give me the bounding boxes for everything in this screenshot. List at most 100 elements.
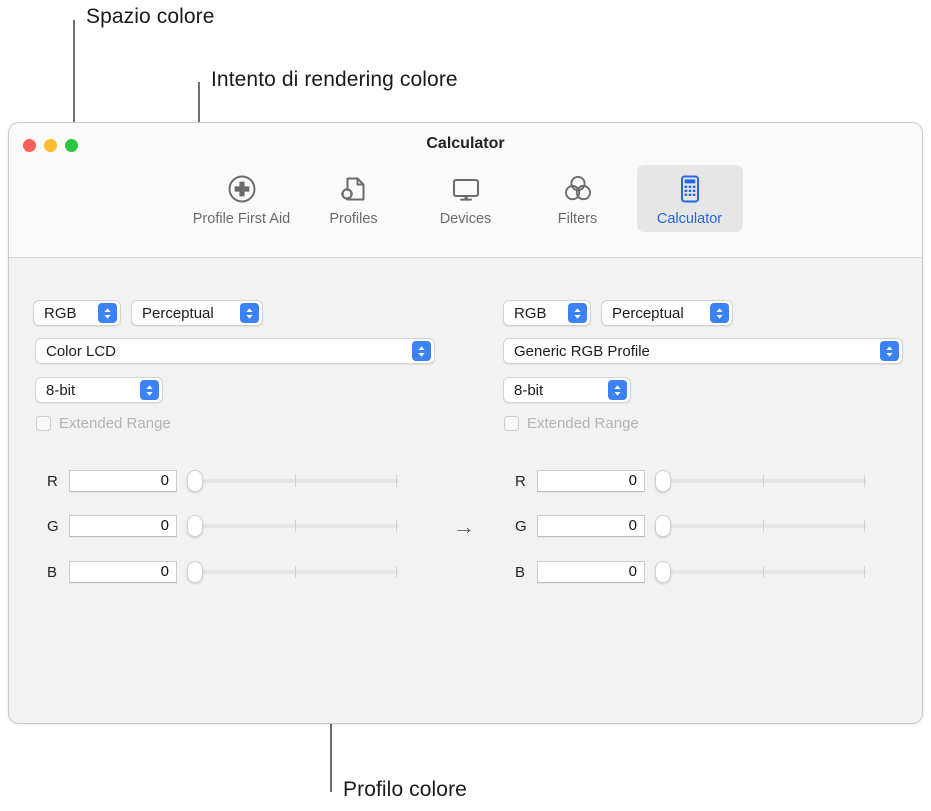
slider-track xyxy=(663,479,867,483)
destination-channel-input-g[interactable]: 0 xyxy=(537,515,645,537)
destination-channel-row-g: G 0 xyxy=(515,515,867,537)
source-channel-row-b: B 0 xyxy=(47,561,399,583)
slider-tick xyxy=(396,475,397,487)
destination-channel-row-b: B 0 xyxy=(515,561,867,583)
channel-label: B xyxy=(47,563,58,581)
devices-icon xyxy=(450,172,482,206)
conversion-arrow-icon: → xyxy=(453,514,475,539)
source-rendering-intent-value: Perceptual xyxy=(142,304,214,322)
toolbar-item-label: Calculator xyxy=(656,211,723,227)
slider-thumb[interactable] xyxy=(187,515,203,537)
chevron-updown-icon xyxy=(240,303,259,323)
destination-channel-slider-g[interactable] xyxy=(655,515,867,537)
destination-extended-range-label: Extended Range xyxy=(527,415,639,432)
destination-extended-range-checkbox[interactable] xyxy=(504,416,519,431)
destination-extended-range-row[interactable]: Extended Range xyxy=(504,415,639,432)
destination-channel-input-b[interactable]: 0 xyxy=(537,561,645,583)
calculator-panel: RGB Perceptual Color LCD 8-bit Extended … xyxy=(9,258,922,723)
source-channel-row-r: R 0 xyxy=(47,470,399,492)
callout-rendering-intent-label: Intento di rendering colore xyxy=(211,68,458,91)
toolbar-item-label: Profiles xyxy=(329,211,378,227)
slider-tick xyxy=(864,566,865,578)
chevron-updown-icon xyxy=(98,303,117,323)
toolbar-item-label: Profile First Aid xyxy=(192,211,291,227)
channel-label: B xyxy=(515,563,526,581)
source-color-profile-value: Color LCD xyxy=(46,342,117,360)
toolbar: Profile First Aid Profiles Devices Filte… xyxy=(9,165,922,232)
source-bit-depth-popup[interactable]: 8-bit xyxy=(35,377,163,403)
toolbar-item-profiles[interactable]: Profiles xyxy=(301,165,407,232)
destination-rendering-intent-popup[interactable]: Perceptual xyxy=(601,300,733,326)
profiles-icon xyxy=(338,172,370,206)
source-channel-slider-g[interactable] xyxy=(187,515,399,537)
destination-color-space-value: RGB xyxy=(514,304,547,322)
calculator-icon xyxy=(674,172,706,206)
source-rendering-intent-popup[interactable]: Perceptual xyxy=(131,300,263,326)
callout-color-profile-label: Profilo colore xyxy=(343,778,467,801)
slider-track xyxy=(195,524,399,528)
destination-color-profile-popup[interactable]: Generic RGB Profile xyxy=(503,338,903,364)
destination-space-intent-row: RGB Perceptual xyxy=(503,300,733,326)
toolbar-item-label: Devices xyxy=(439,211,492,227)
channel-label: G xyxy=(515,517,527,535)
destination-channel-slider-b[interactable] xyxy=(655,561,867,583)
slider-tick xyxy=(864,475,865,487)
slider-tick xyxy=(396,566,397,578)
source-channel-input-b[interactable]: 0 xyxy=(69,561,177,583)
slider-tick xyxy=(763,566,764,578)
toolbar-item-calculator[interactable]: Calculator xyxy=(636,165,743,232)
slider-tick xyxy=(763,520,764,532)
destination-color-profile-value: Generic RGB Profile xyxy=(514,342,650,360)
destination-rendering-intent-value: Perceptual xyxy=(612,304,684,322)
source-channel-slider-r[interactable] xyxy=(187,470,399,492)
slider-tick xyxy=(295,520,296,532)
slider-thumb[interactable] xyxy=(187,470,203,492)
toolbar-item-label: Filters xyxy=(557,211,598,227)
source-color-profile-popup[interactable]: Color LCD xyxy=(35,338,435,364)
source-color-space-popup[interactable]: RGB xyxy=(33,300,121,326)
destination-bit-depth-value: 8-bit xyxy=(514,381,544,399)
source-channel-row-g: G 0 xyxy=(47,515,399,537)
channel-label: R xyxy=(47,472,58,490)
slider-thumb[interactable] xyxy=(187,561,203,583)
profile-first-aid-icon xyxy=(226,172,258,206)
source-space-intent-row: RGB Perceptual xyxy=(33,300,263,326)
source-channel-input-g[interactable]: 0 xyxy=(69,515,177,537)
slider-thumb[interactable] xyxy=(655,515,671,537)
destination-channel-row-r: R 0 xyxy=(515,470,867,492)
source-extended-range-row[interactable]: Extended Range xyxy=(36,415,171,432)
filters-icon xyxy=(562,172,594,206)
destination-color-space-popup[interactable]: RGB xyxy=(503,300,591,326)
chevron-updown-icon xyxy=(412,341,431,361)
chevron-updown-icon xyxy=(608,380,627,400)
slider-thumb[interactable] xyxy=(655,561,671,583)
colorsync-utility-window: Calculator Profile First Aid Profiles De… xyxy=(8,122,923,724)
slider-tick xyxy=(763,475,764,487)
slider-track xyxy=(195,570,399,574)
source-extended-range-label: Extended Range xyxy=(59,415,171,432)
destination-bit-depth-popup[interactable]: 8-bit xyxy=(503,377,631,403)
toolbar-item-profile-first-aid[interactable]: Profile First Aid xyxy=(189,165,295,232)
slider-tick xyxy=(864,520,865,532)
slider-tick xyxy=(396,520,397,532)
channel-label: G xyxy=(47,517,59,535)
chevron-updown-icon xyxy=(568,303,587,323)
chevron-updown-icon xyxy=(710,303,729,323)
channel-label: R xyxy=(515,472,526,490)
toolbar-item-devices[interactable]: Devices xyxy=(413,165,519,232)
slider-tick xyxy=(295,566,296,578)
toolbar-item-filters[interactable]: Filters xyxy=(525,165,631,232)
source-bit-depth-value: 8-bit xyxy=(46,381,76,399)
window-title: Calculator xyxy=(426,135,505,152)
chevron-updown-icon xyxy=(880,341,899,361)
source-color-space-value: RGB xyxy=(44,304,77,322)
chevron-updown-icon xyxy=(140,380,159,400)
source-channel-input-r[interactable]: 0 xyxy=(69,470,177,492)
destination-channel-input-r[interactable]: 0 xyxy=(537,470,645,492)
source-extended-range-checkbox[interactable] xyxy=(36,416,51,431)
window-titlebar: Calculator Profile First Aid Profiles De… xyxy=(9,123,922,258)
source-channel-slider-b[interactable] xyxy=(187,561,399,583)
destination-channel-slider-r[interactable] xyxy=(655,470,867,492)
slider-thumb[interactable] xyxy=(655,470,671,492)
slider-track xyxy=(663,524,867,528)
